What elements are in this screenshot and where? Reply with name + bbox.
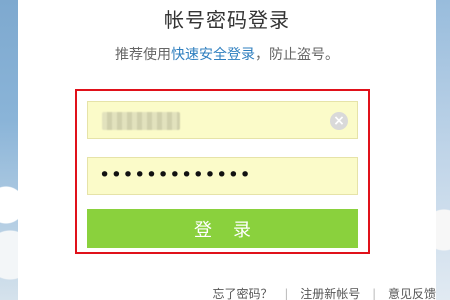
- clear-icon[interactable]: ×: [330, 112, 348, 130]
- page-title: 帐号密码登录: [164, 8, 290, 32]
- footer-separator: |: [372, 287, 377, 300]
- background-right: [436, 0, 450, 300]
- login-hint-suffix: ，防止盗号。: [255, 47, 339, 63]
- password-masked-value: •••••••••••••: [99, 164, 252, 186]
- username-field[interactable]: ×: [87, 101, 358, 139]
- login-panel: 帐号密码登录 推荐使用快速安全登录，防止盗号。 × ••••••••••••• …: [18, 0, 436, 300]
- forgot-password-link[interactable]: 忘了密码？: [213, 287, 273, 300]
- password-field[interactable]: •••••••••••••: [87, 157, 358, 195]
- register-link[interactable]: 注册新帐号: [300, 287, 360, 300]
- footer-links: 忘了密码？ | 注册新帐号 | 意见反馈: [213, 285, 436, 300]
- footer-separator: |: [284, 287, 289, 300]
- login-form-highlight: × ••••••••••••• 登 录: [75, 89, 370, 254]
- feedback-link[interactable]: 意见反馈: [388, 287, 436, 300]
- quick-secure-login-link[interactable]: 快速安全登录: [171, 47, 255, 63]
- login-button[interactable]: 登 录: [87, 209, 358, 248]
- username-obscured-value: [102, 112, 180, 130]
- background-left: [0, 0, 18, 300]
- login-hint-prefix: 推荐使用: [115, 47, 171, 63]
- login-hint: 推荐使用快速安全登录，防止盗号。: [18, 44, 436, 64]
